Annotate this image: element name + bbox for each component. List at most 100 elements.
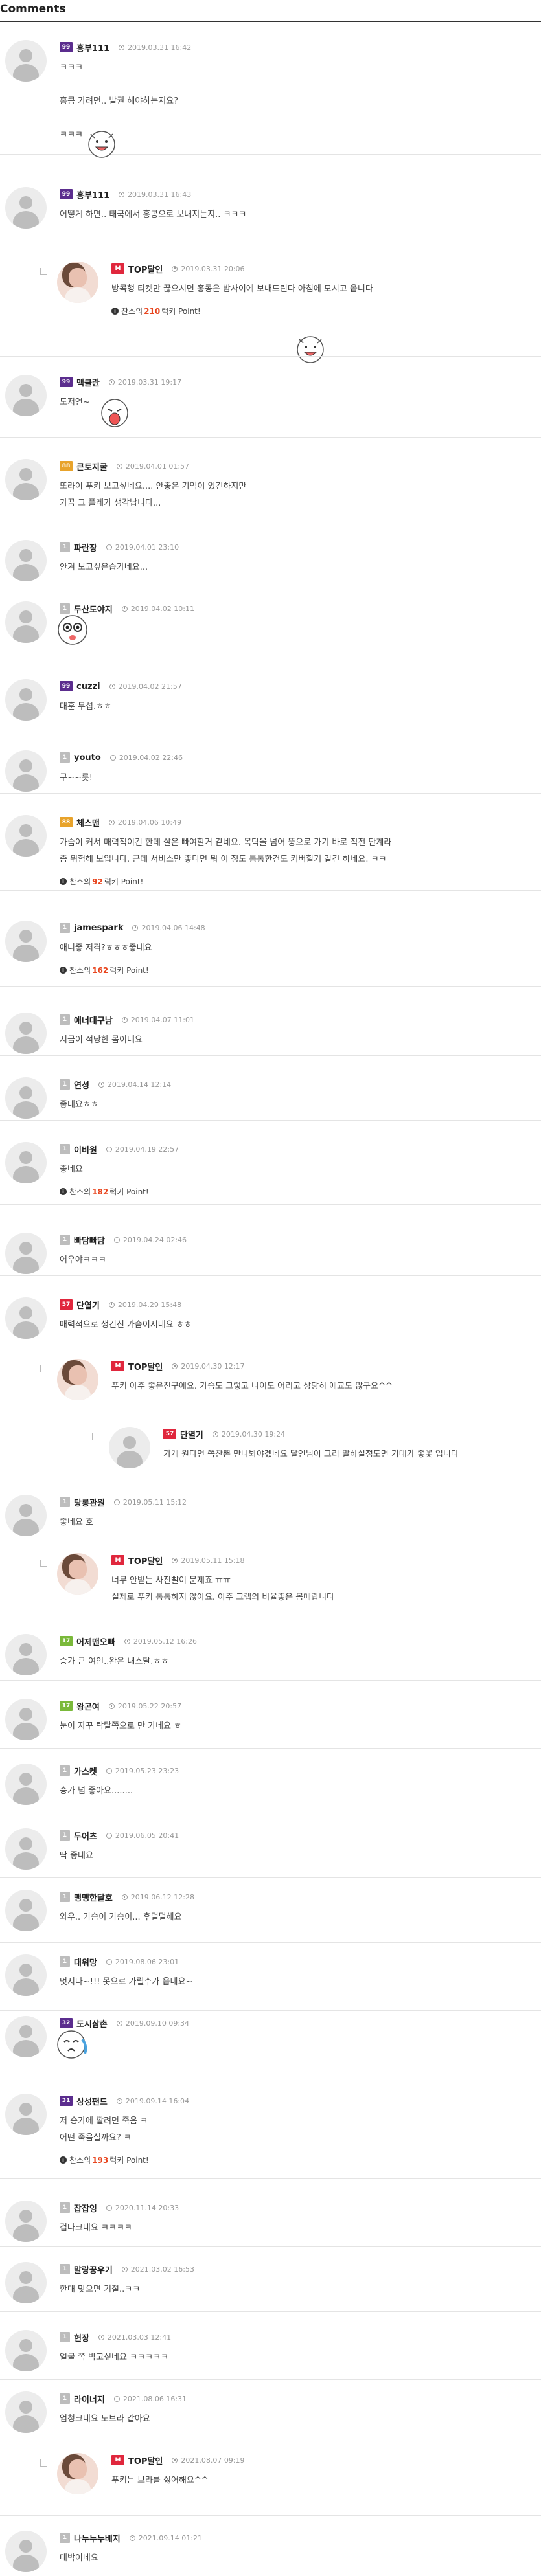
avatar[interactable] <box>5 1297 47 1339</box>
avatar[interactable] <box>5 679 47 721</box>
comment-date-text: 2019.04.06 10:49 <box>117 818 182 827</box>
comment-text-line: 저 승가에 깔려면 죽음 ㅋ <box>60 2116 148 2126</box>
avatar[interactable] <box>57 262 98 303</box>
author-name[interactable]: TOP달인 <box>128 1554 163 1567</box>
author-name[interactable]: 잡잡잉 <box>74 2202 97 2214</box>
comment-date-text: 2019.04.07 11:01 <box>130 1015 194 1024</box>
comment-text-line: 좋네요 호 <box>60 1518 93 1527</box>
author-name[interactable]: 맥클란 <box>76 376 100 388</box>
avatar[interactable] <box>5 1142 47 1183</box>
author-name[interactable]: 라이너지 <box>74 2393 105 2405</box>
author-name[interactable]: 단열기 <box>76 1299 100 1311</box>
level-badge: 88 <box>60 461 73 471</box>
avatar[interactable] <box>5 375 47 416</box>
comment-text-line: 멋지다~!!! 못으로 가릴수가 읍네요~ <box>60 1977 193 1987</box>
avatar[interactable] <box>5 2094 47 2135</box>
author-name[interactable]: 상성팬드 <box>76 2095 108 2107</box>
clock-icon <box>113 1237 120 1243</box>
point-suffix: 럭키 Point! <box>109 1187 149 1196</box>
avatar[interactable] <box>5 2016 47 2057</box>
clock-icon <box>108 379 115 385</box>
author-name[interactable]: 말랑꿍우기 <box>74 2263 113 2276</box>
clock-icon <box>106 1146 112 1152</box>
author-name[interactable]: youto <box>74 753 101 763</box>
point-value: 92 <box>92 877 103 886</box>
comment-date-text: 2019.04.01 23:10 <box>115 543 179 552</box>
point-prefix: 찬스의 <box>69 2156 91 2165</box>
avatar[interactable] <box>5 1699 47 1740</box>
author-name[interactable]: 이비원 <box>74 1143 97 1156</box>
avatar[interactable] <box>5 2201 47 2242</box>
avatar[interactable] <box>5 815 47 857</box>
comment-text-line: 푸키 아주 좋은친구에요. 가슴도 그렇고 나이도 어리고 상당히 애교도 많구… <box>111 1382 393 1391</box>
comment-date: 2019.04.07 11:01 <box>121 1015 194 1024</box>
author-name[interactable]: 두어츠 <box>74 1830 97 1842</box>
avatar[interactable] <box>5 1233 47 1274</box>
reply-indicator-icon <box>40 2459 47 2467</box>
avatar[interactable] <box>5 1634 47 1675</box>
author-name[interactable]: 가스켓 <box>74 1765 97 1777</box>
level-badge: 1 <box>60 1235 70 1245</box>
author-name[interactable]: 흥부111 <box>76 41 109 54</box>
avatar[interactable] <box>5 40 47 82</box>
author-name[interactable]: 현장 <box>74 2331 89 2344</box>
author-name[interactable]: 연성 <box>74 1079 89 1091</box>
author-name[interactable]: 대워망 <box>74 1956 97 1968</box>
comment-text-line: 안겨 보고싶은습가네요... <box>60 563 148 572</box>
comment-date-text: 2021.09.14 01:21 <box>138 2533 202 2542</box>
avatar[interactable] <box>5 2391 47 2433</box>
clock-icon <box>108 1301 115 1308</box>
comment-date: 2019.04.14 12:14 <box>98 1081 171 1089</box>
author-name[interactable]: 나누누누베지 <box>74 2532 121 2544</box>
author-name[interactable]: 체스맨 <box>76 816 100 829</box>
author-name[interactable]: 왕곤여 <box>76 1700 100 1712</box>
avatar[interactable] <box>57 1359 98 1400</box>
author-name[interactable]: 애너대구남 <box>74 1014 113 1026</box>
comment-date: 2019.09.14 16:04 <box>116 2097 189 2105</box>
avatar[interactable] <box>5 1828 47 1870</box>
avatar[interactable] <box>5 187 47 229</box>
author-name[interactable]: 어제맨오빠 <box>76 1635 115 1648</box>
avatar[interactable] <box>5 540 47 581</box>
author-name[interactable]: 단열기 <box>180 1428 203 1440</box>
avatar[interactable] <box>57 2453 98 2494</box>
avatar[interactable] <box>5 1890 47 1931</box>
comment-date-text: 2019.04.06 14:48 <box>141 923 205 932</box>
avatar[interactable] <box>5 1013 47 1054</box>
avatar[interactable] <box>5 459 47 500</box>
clock-icon <box>98 2334 104 2340</box>
author-name[interactable]: TOP달인 <box>128 2454 163 2467</box>
avatar[interactable] <box>5 1764 47 1805</box>
author-name[interactable]: 빠담빠담 <box>74 1234 105 1246</box>
clock-icon <box>172 265 178 272</box>
avatar[interactable] <box>5 2531 47 2572</box>
avatar[interactable] <box>5 2262 47 2303</box>
clock-icon <box>109 754 116 761</box>
avatar[interactable] <box>5 750 47 792</box>
avatar[interactable] <box>5 2330 47 2371</box>
comment-text-line: 너무 안받는 사진빨이 문제죠 ㅠㅠ <box>111 1576 231 1585</box>
author-name[interactable]: 맹맹한달호 <box>74 1891 113 1903</box>
avatar[interactable] <box>109 1427 150 1468</box>
author-name[interactable]: 흥부111 <box>76 188 109 201</box>
level-badge: 57 <box>60 1299 73 1310</box>
avatar[interactable] <box>5 601 47 643</box>
avatar[interactable] <box>5 921 47 962</box>
comment-text-line: 매력적으로 생긴신 가슴이시네요 ㅎㅎ <box>60 1320 192 1330</box>
avatar[interactable] <box>57 1553 98 1595</box>
avatar[interactable] <box>5 1077 47 1119</box>
avatar[interactable] <box>5 1495 47 1536</box>
comment-text-line: 대박이네요 <box>60 2553 98 2563</box>
comment-header: 1 빠담빠담 2019.04.24 02:46 <box>60 1234 187 1246</box>
author-name[interactable]: jamespark <box>74 923 123 933</box>
avatar[interactable] <box>5 1954 47 1996</box>
comment-text-line: 겁나크네요 ㅋㅋㅋㅋ <box>60 2223 132 2233</box>
comment-header: 57 단열기 2019.04.29 15:48 <box>60 1299 181 1311</box>
author-name[interactable]: 탕롱관원 <box>74 1496 105 1508</box>
author-name[interactable]: TOP달인 <box>128 1360 163 1372</box>
author-name[interactable]: TOP달인 <box>128 263 163 275</box>
author-name[interactable]: 큰토지굴 <box>76 460 108 473</box>
comment-item: 99 cuzzi 2019.04.02 21:57 대훈 무섭.ㅎㅎ <box>0 677 541 722</box>
author-name[interactable]: cuzzi <box>76 682 100 691</box>
author-name[interactable]: 파란장 <box>74 541 97 554</box>
